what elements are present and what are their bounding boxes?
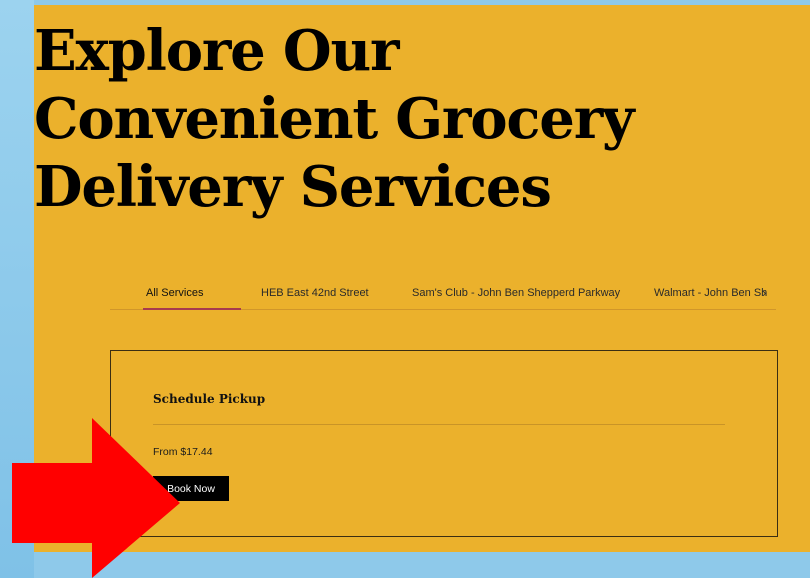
service-tabs: All Services HEB East 42nd Street Sam's …	[110, 283, 776, 317]
active-tab-indicator	[143, 308, 241, 310]
page-title-line-3: Delivery Services	[34, 154, 552, 220]
service-title: Schedule Pickup	[153, 392, 266, 406]
tab-all-services[interactable]: All Services	[146, 283, 203, 309]
card-divider	[153, 424, 725, 425]
tab-sams-club[interactable]: Sam's Club - John Ben Shepperd Parkway	[412, 283, 620, 309]
tab-heb-east-42nd-street[interactable]: HEB East 42nd Street	[261, 283, 369, 309]
chevron-right-icon[interactable]: ›	[762, 285, 776, 303]
page-title: Explore Our Convenient Grocery Delivery …	[34, 17, 794, 221]
page-title-line-1: Explore Our	[34, 18, 399, 84]
tab-walmart[interactable]: Walmart - John Ben Sh	[654, 283, 767, 309]
service-card: Schedule Pickup From $17.44 Book Now	[110, 350, 778, 537]
red-arrow-annotation	[12, 418, 180, 578]
page-title-line-2: Convenient Grocery	[34, 86, 635, 152]
